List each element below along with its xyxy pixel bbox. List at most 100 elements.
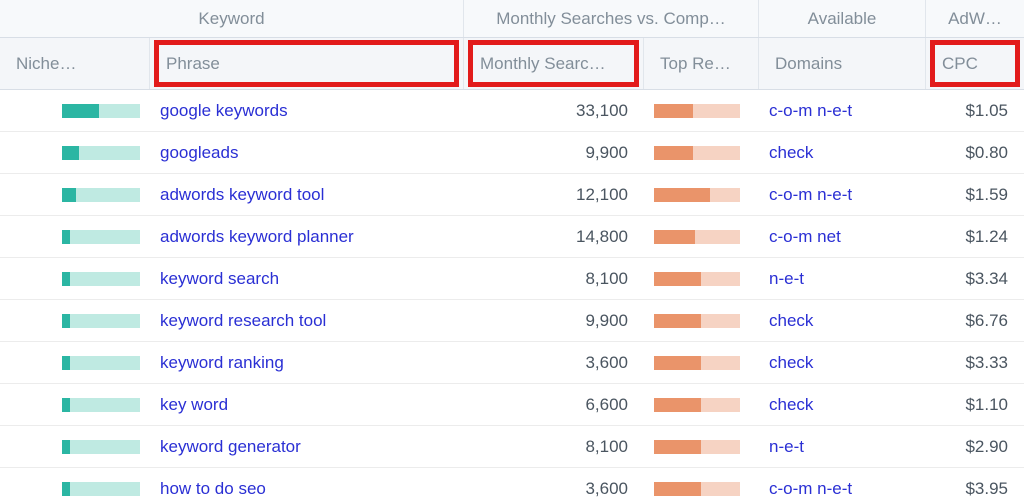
header-group-monthly-vs-comp[interactable]: Monthly Searches vs. Comp… xyxy=(464,0,759,37)
domains-link[interactable]: n-e-t xyxy=(769,269,804,289)
table-body: google keywords33,100c-o-m n-e-t$1.05goo… xyxy=(0,90,1024,504)
phrase-link[interactable]: keyword ranking xyxy=(160,353,284,373)
phrase-link[interactable]: how to do seo xyxy=(160,479,266,499)
header-niche[interactable]: Niche… xyxy=(0,38,150,89)
cpc-cell: $6.76 xyxy=(926,300,1024,341)
niche-bar-fill xyxy=(62,482,70,496)
monthly-searches-cell: 9,900 xyxy=(464,300,644,341)
domains-cell: n-e-t xyxy=(759,426,926,467)
top-results-cell xyxy=(644,216,759,257)
phrase-cell: keyword search xyxy=(150,258,464,299)
top-results-bar xyxy=(654,314,740,328)
cpc-cell: $1.24 xyxy=(926,216,1024,257)
domains-link[interactable]: c-o-m n-e-t xyxy=(769,185,852,205)
domains-cell: check xyxy=(759,300,926,341)
monthly-searches-cell: 6,600 xyxy=(464,384,644,425)
monthly-searches-cell: 8,100 xyxy=(464,426,644,467)
header-cpc[interactable]: CPC xyxy=(926,38,1024,89)
cpc-cell: $1.05 xyxy=(926,90,1024,131)
phrase-cell: googleads xyxy=(150,132,464,173)
domains-cell: c-o-m net xyxy=(759,216,926,257)
top-results-bar xyxy=(654,440,740,454)
domains-link[interactable]: check xyxy=(769,395,813,415)
phrase-cell: google keywords xyxy=(150,90,464,131)
phrase-link[interactable]: adwords keyword planner xyxy=(160,227,354,247)
top-results-bar-fill xyxy=(654,398,701,412)
top-results-bar xyxy=(654,230,740,244)
domains-link[interactable]: n-e-t xyxy=(769,437,804,457)
niche-cell xyxy=(0,468,150,504)
top-results-cell xyxy=(644,258,759,299)
phrase-link[interactable]: google keywords xyxy=(160,101,288,121)
domains-link[interactable]: c-o-m n-e-t xyxy=(769,101,852,121)
top-results-cell xyxy=(644,90,759,131)
monthly-searches-cell: 8,100 xyxy=(464,258,644,299)
phrase-cell: keyword ranking xyxy=(150,342,464,383)
niche-bar xyxy=(62,104,140,118)
cpc-cell: $1.59 xyxy=(926,174,1024,215)
niche-bar xyxy=(62,146,140,160)
niche-bar-fill xyxy=(62,230,70,244)
table-header-sub-row: Niche… Phrase Monthly Searc… Top Re… Dom… xyxy=(0,38,1024,90)
table-header-group-row: Keyword Monthly Searches vs. Comp… Avail… xyxy=(0,0,1024,38)
top-results-bar-fill xyxy=(654,146,693,160)
table-row: keyword research tool 9,900 check $6.76 xyxy=(0,300,1024,342)
cpc-cell: $3.95 xyxy=(926,468,1024,504)
niche-bar xyxy=(62,440,140,454)
phrase-link[interactable]: keyword generator xyxy=(160,437,301,457)
niche-cell xyxy=(0,258,150,299)
top-results-bar xyxy=(654,272,740,286)
niche-bar xyxy=(62,272,140,286)
table-row: googleads 9,900 check $0.80 xyxy=(0,132,1024,174)
domains-cell: check xyxy=(759,132,926,173)
cpc-cell: $0.80 xyxy=(926,132,1024,173)
header-monthly-searches[interactable]: Monthly Searc… xyxy=(464,38,644,89)
phrase-cell: adwords keyword tool xyxy=(150,174,464,215)
header-domains[interactable]: Domains xyxy=(759,38,926,89)
niche-bar-fill xyxy=(62,314,70,328)
monthly-searches-cell: 14,800 xyxy=(464,216,644,257)
domains-cell: c-o-m n-e-t xyxy=(759,90,926,131)
domains-link[interactable]: check xyxy=(769,311,813,331)
phrase-link[interactable]: key word xyxy=(160,395,228,415)
niche-cell xyxy=(0,384,150,425)
header-group-adwords[interactable]: AdW… xyxy=(926,0,1024,37)
domains-link[interactable]: c-o-m net xyxy=(769,227,841,247)
table-row: google keywords33,100c-o-m n-e-t$1.05 xyxy=(0,90,1024,132)
top-results-bar-fill xyxy=(654,482,701,496)
niche-bar-fill xyxy=(62,146,79,160)
header-top-results[interactable]: Top Re… xyxy=(644,38,759,89)
phrase-link[interactable]: keyword research tool xyxy=(160,311,326,331)
domains-link[interactable]: check xyxy=(769,353,813,373)
domains-link[interactable]: c-o-m n-e-t xyxy=(769,479,852,499)
phrase-cell: how to do seo xyxy=(150,468,464,504)
phrase-link[interactable]: googleads xyxy=(160,143,238,163)
phrase-cell: key word xyxy=(150,384,464,425)
top-results-cell xyxy=(644,300,759,341)
top-results-cell xyxy=(644,468,759,504)
header-group-keyword[interactable]: Keyword xyxy=(0,0,464,37)
top-results-bar-fill xyxy=(654,356,701,370)
niche-bar-fill xyxy=(62,104,99,118)
niche-cell xyxy=(0,426,150,467)
niche-bar-fill xyxy=(62,440,70,454)
niche-cell xyxy=(0,300,150,341)
header-phrase[interactable]: Phrase xyxy=(150,38,464,89)
top-results-bar-fill xyxy=(654,104,693,118)
phrase-link[interactable]: keyword search xyxy=(160,269,279,289)
cpc-cell: $2.90 xyxy=(926,426,1024,467)
domains-cell: c-o-m n-e-t xyxy=(759,174,926,215)
phrase-link[interactable]: adwords keyword tool xyxy=(160,185,324,205)
domains-cell: n-e-t xyxy=(759,258,926,299)
top-results-cell xyxy=(644,174,759,215)
niche-bar-fill xyxy=(62,356,70,370)
domains-link[interactable]: check xyxy=(769,143,813,163)
header-group-available[interactable]: Available xyxy=(759,0,926,37)
phrase-cell: keyword research tool xyxy=(150,300,464,341)
monthly-searches-cell: 3,600 xyxy=(464,342,644,383)
monthly-searches-cell: 9,900 xyxy=(464,132,644,173)
table-row: key word6,600check$1.10 xyxy=(0,384,1024,426)
phrase-cell: keyword generator xyxy=(150,426,464,467)
top-results-bar-fill xyxy=(654,440,701,454)
top-results-cell xyxy=(644,132,759,173)
